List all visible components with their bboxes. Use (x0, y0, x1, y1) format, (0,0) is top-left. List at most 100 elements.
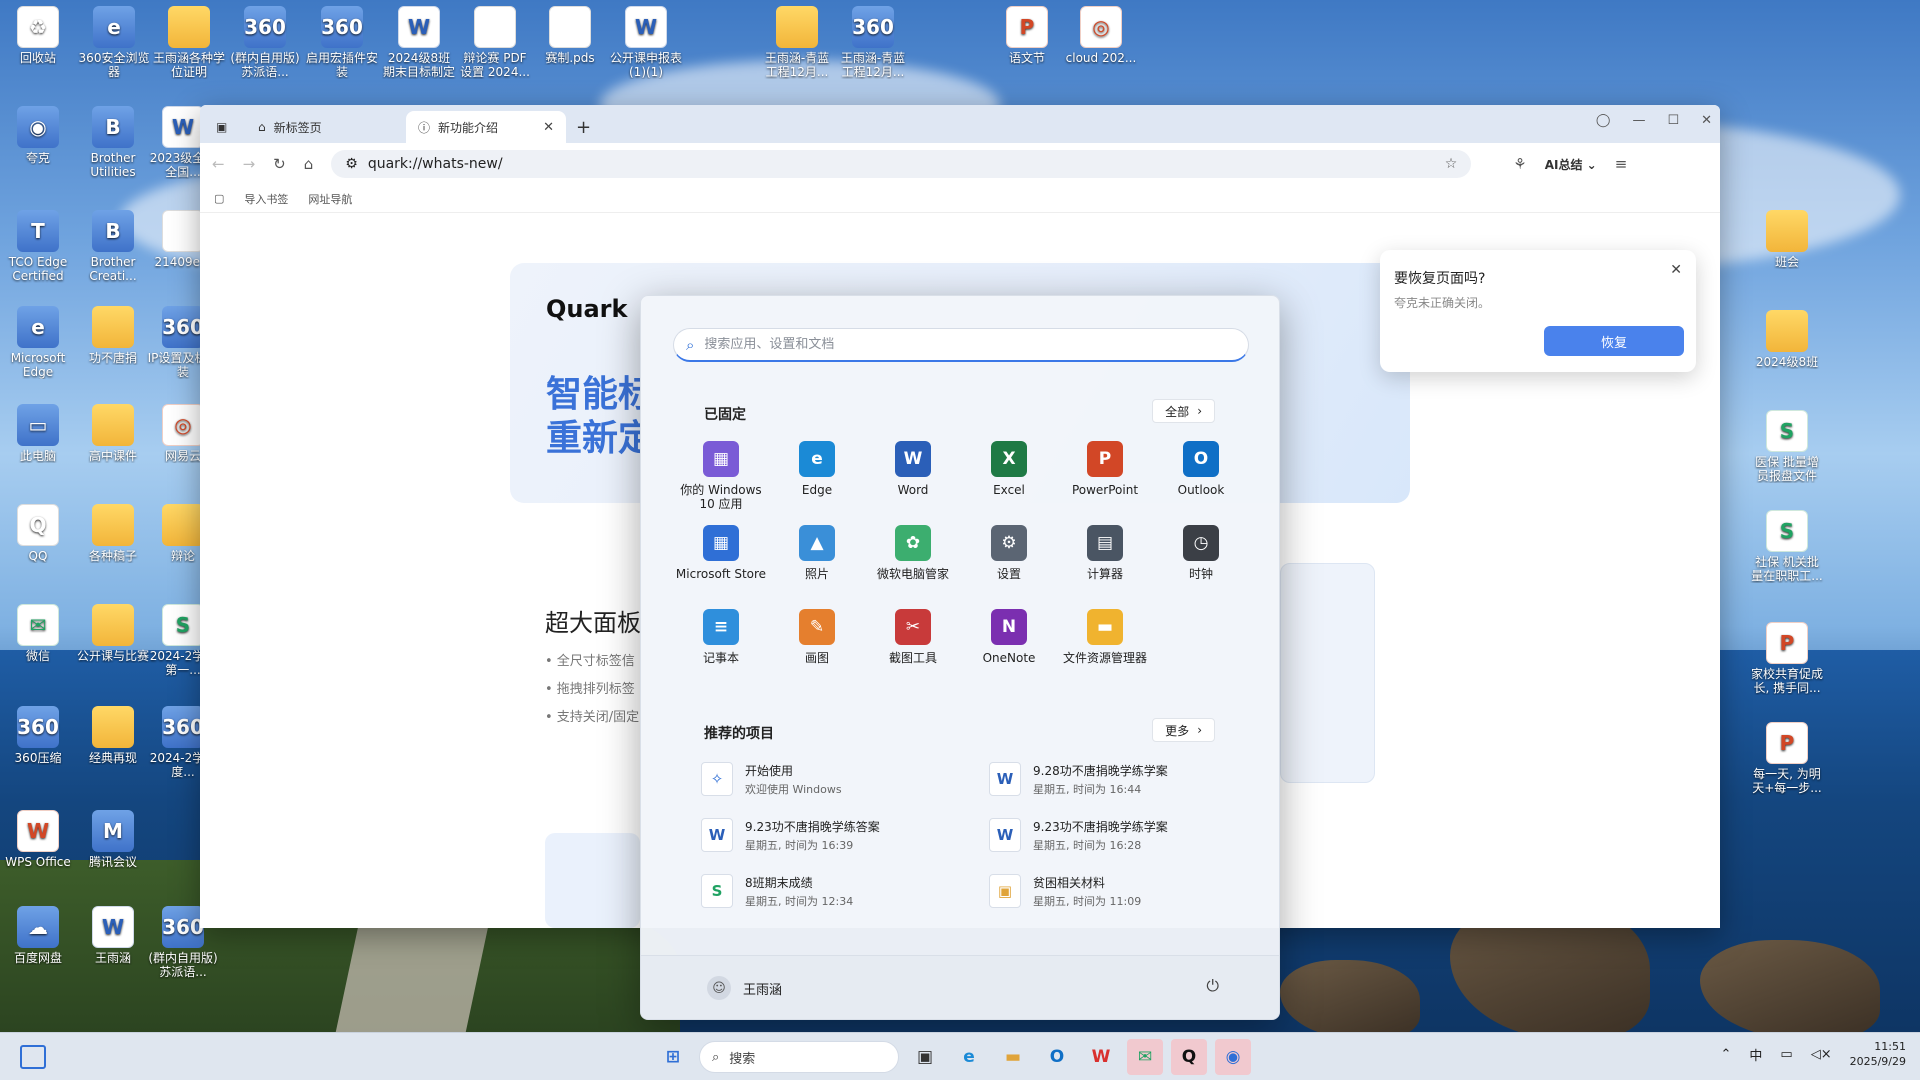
ime-indicator[interactable]: 中 (1749, 1045, 1762, 1064)
desktop-icon[interactable]: B Brother Utilities (76, 106, 150, 179)
wechat-icon[interactable]: ✉ (1127, 1039, 1163, 1075)
recommended-item[interactable]: W 9.28功不唐捐晚学练学案 星期五, 时间为 16:44 (989, 761, 1241, 797)
power-icon[interactable]: ⏻ (1206, 976, 1219, 996)
new-tab-button[interactable]: + (566, 111, 601, 143)
file-explorer-icon[interactable]: ▬ (995, 1039, 1031, 1075)
desktop-icon[interactable]: 辩论赛 PDF设置 2024... (458, 6, 532, 79)
bookmark-nav[interactable]: 网址导航 (308, 191, 352, 207)
desktop-icon[interactable]: M 腾讯会议 (76, 810, 150, 869)
recommended-item[interactable]: W 9.23功不唐捐晚学练学案 星期五, 时间为 16:28 (989, 817, 1241, 853)
bookmark-import[interactable]: 导入书签 (244, 191, 288, 207)
more-button[interactable]: 更多 › (1152, 718, 1215, 742)
bookmark-panel-icon[interactable]: ▢ (214, 192, 224, 205)
desktop-icon[interactable]: P 家校共育促成长, 携手同... (1750, 622, 1824, 695)
pinned-app[interactable]: W Word (865, 441, 961, 511)
pinned-app[interactable]: X Excel (961, 441, 1057, 511)
recommended-item[interactable]: W 9.23功不唐捐晚学练答案 星期五, 时间为 16:39 (701, 817, 989, 853)
tab-list-icon[interactable]: ▣ (216, 120, 227, 134)
close-tab-icon[interactable]: ✕ (543, 120, 554, 135)
pinned-app[interactable]: O Outlook (1153, 441, 1249, 511)
desktop-icon[interactable]: S 医保 批量增员报盘文件 (1750, 410, 1824, 483)
outlook-icon[interactable]: O (1039, 1039, 1075, 1075)
desktop-icon[interactable]: W 公开课申报表(1)(1) (609, 6, 683, 79)
pinned-app[interactable]: P PowerPoint (1057, 441, 1153, 511)
desktop-icon[interactable]: 各种稿子 (76, 504, 150, 563)
minimize-icon[interactable]: — (1632, 113, 1645, 128)
forward-icon[interactable]: → (243, 155, 256, 173)
desktop-icon[interactable]: 2024级8班 (1750, 310, 1824, 369)
desktop-icon[interactable]: Q QQ (1, 504, 75, 563)
recommended-item[interactable]: ▣ 贫困相关材料 星期五, 时间为 11:09 (989, 873, 1241, 909)
pinned-app[interactable]: ✂ 截图工具 (865, 609, 961, 679)
pinned-app[interactable]: ▲ 照片 (769, 525, 865, 595)
desktop-icon[interactable]: W WPS Office (1, 810, 75, 869)
home-button-icon[interactable]: ⌂ (304, 155, 314, 173)
desktop-icon[interactable]: 360 360压缩 (1, 706, 75, 765)
start-search-box[interactable]: ⌕ (673, 328, 1249, 362)
desktop-icon[interactable]: B Brother Creati... (76, 210, 150, 283)
recommended-item[interactable]: S 8班期末成绩 星期五, 时间为 12:34 (701, 873, 989, 909)
user-account[interactable]: ☺ 王雨涵 (707, 976, 782, 1000)
desktop-icon[interactable]: 王雨涵-青蓝工程12月... (760, 6, 834, 79)
pinned-app[interactable]: ▬ 文件资源管理器 (1057, 609, 1153, 679)
tray-overflow-icon[interactable]: ⌃ (1720, 1047, 1731, 1062)
pinned-app[interactable]: ▦ Microsoft Store (673, 525, 769, 595)
tab-new-tab[interactable]: ⌂ 新标签页 (246, 111, 406, 143)
pinned-app[interactable]: ✿ 微软电脑管家 (865, 525, 961, 595)
desktop-icon[interactable]: ✉ 微信 (1, 604, 75, 663)
desktop-icon[interactable]: 360 王雨涵-青蓝工程12月... (836, 6, 910, 79)
recommended-item[interactable]: ✧ 开始使用 欢迎使用 Windows (701, 761, 989, 797)
wps-icon[interactable]: W (1083, 1039, 1119, 1075)
close-popup-icon[interactable]: ✕ (1670, 262, 1682, 278)
desktop-icon[interactable]: 公开课与比赛 (76, 604, 150, 663)
widgets-icon[interactable] (20, 1045, 46, 1069)
desktop-icon[interactable]: 经典再现 (76, 706, 150, 765)
desktop-icon[interactable]: 360 启用宏插件安装 (305, 6, 379, 79)
clock[interactable]: 11:51 2025/9/29 (1850, 1039, 1906, 1069)
task-view-icon[interactable]: ▣ (907, 1039, 943, 1075)
ai-summary-button[interactable]: AI总结 ⌄ (1545, 156, 1597, 173)
pinned-app[interactable]: ✎ 画图 (769, 609, 865, 679)
desktop-icon[interactable]: T TCO Edge Certified (1, 210, 75, 283)
desktop-icon[interactable]: 王雨涵各种学位证明 (152, 6, 226, 79)
address-bar[interactable]: ⚙ quark://whats-new/ ☆ (331, 150, 1472, 178)
qq-icon[interactable]: Q (1171, 1039, 1207, 1075)
back-icon[interactable]: ← (212, 155, 225, 173)
desktop-icon[interactable]: ▭ 此电脑 (1, 404, 75, 463)
bookmark-star-icon[interactable]: ☆ (1445, 156, 1458, 172)
desktop-icon[interactable]: 赛制.pds (533, 6, 607, 65)
pinned-app[interactable]: e Edge (769, 441, 865, 511)
start-search-input[interactable] (704, 337, 1248, 352)
account-icon[interactable]: ◯ (1596, 113, 1611, 128)
maximize-icon[interactable]: ☐ (1667, 113, 1679, 128)
desktop-icon[interactable]: ◉ 夸克 (1, 106, 75, 165)
network-icon[interactable]: ▭ (1780, 1047, 1792, 1062)
pinned-app[interactable]: ◷ 时钟 (1153, 525, 1249, 595)
desktop-icon[interactable]: 高中课件 (76, 404, 150, 463)
desktop-icon[interactable]: P 每一天, 为明天+每一步... (1750, 722, 1824, 795)
pinned-app[interactable]: ▦ 你的 Windows 10 应用 (673, 441, 769, 511)
tab-whats-new[interactable]: ⓘ 新功能介绍 ✕ (406, 111, 566, 143)
pinned-app[interactable]: ⚙ 设置 (961, 525, 1057, 595)
desktop-icon[interactable]: P 语文节 (990, 6, 1064, 65)
menu-icon[interactable]: ≡ (1615, 155, 1628, 173)
desktop-icon[interactable]: ♻ 回收站 (1, 6, 75, 65)
start-button[interactable]: ⊞ (655, 1039, 691, 1075)
extensions-icon[interactable]: ⚘ (1513, 155, 1526, 173)
desktop-icon[interactable]: 功不唐捐 (76, 306, 150, 365)
desktop-icon[interactable]: e 360安全浏览器 (77, 6, 151, 79)
tab-new-tab-page[interactable]: ▣ (206, 111, 246, 143)
quark-icon[interactable]: ◉ (1215, 1039, 1251, 1075)
desktop-icon[interactable]: W 王雨涵 (76, 906, 150, 965)
pinned-app[interactable]: ≡ 记事本 (673, 609, 769, 679)
desktop-icon[interactable]: W 2024级8班期末目标制定 (382, 6, 456, 79)
edge-icon[interactable]: e (951, 1039, 987, 1075)
pinned-app[interactable]: N OneNote (961, 609, 1057, 679)
close-window-icon[interactable]: ✕ (1701, 113, 1712, 128)
reload-icon[interactable]: ↻ (273, 155, 286, 173)
volume-icon[interactable]: ◁× (1811, 1047, 1832, 1062)
restore-button[interactable]: 恢复 (1544, 326, 1684, 356)
desktop-icon[interactable]: S 社保 机关批量在职职工... (1750, 510, 1824, 583)
desktop-icon[interactable]: 班会 (1750, 210, 1824, 269)
desktop-icon[interactable]: ◎ cloud 202... (1064, 6, 1138, 65)
